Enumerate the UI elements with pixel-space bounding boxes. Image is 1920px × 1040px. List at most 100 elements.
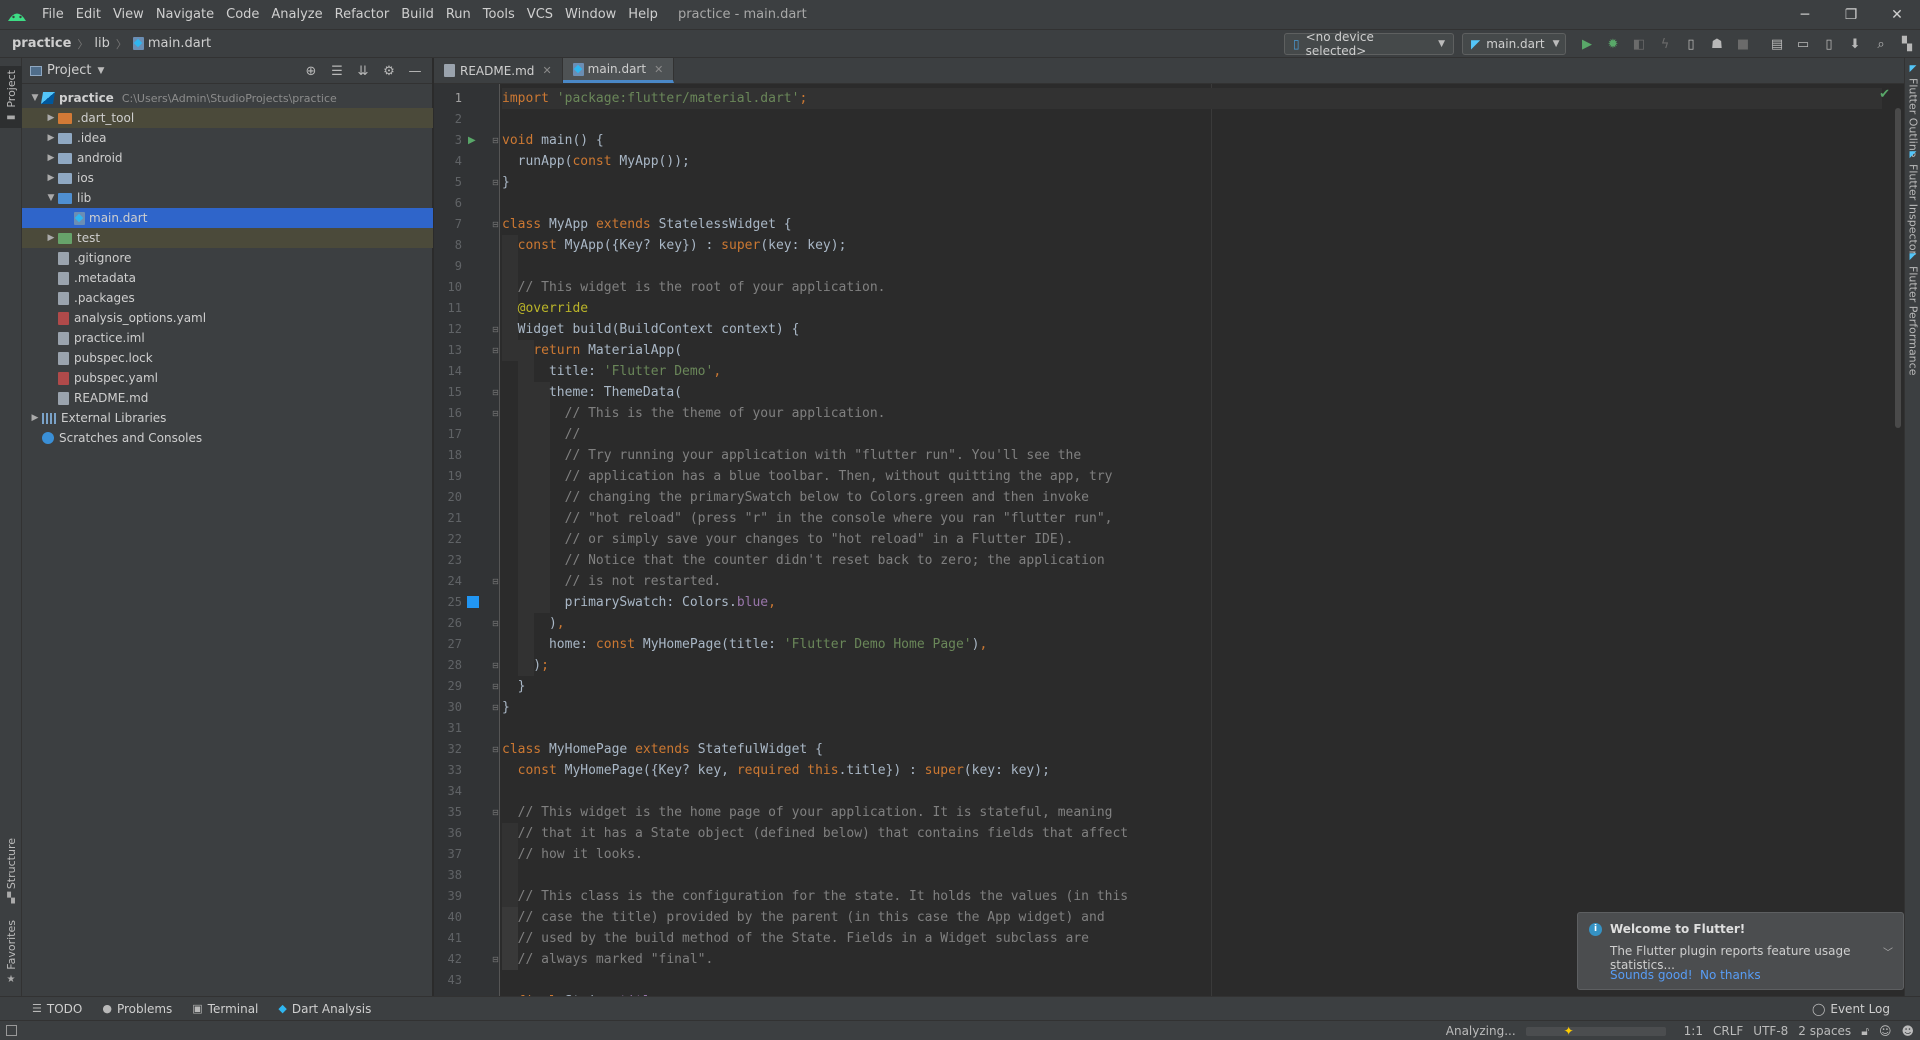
- settings-gear-icon[interactable]: ⚙: [376, 64, 402, 79]
- line-number[interactable]: 33: [434, 760, 462, 781]
- code-line[interactable]: import 'package:flutter/material.dart';: [502, 88, 1882, 109]
- file-encoding[interactable]: UTF-8: [1753, 1024, 1788, 1038]
- fold-marker-icon[interactable]: ⊟: [492, 571, 499, 592]
- minimize-button[interactable]: ─: [1782, 0, 1828, 29]
- code-line[interactable]: );: [502, 655, 549, 676]
- line-number[interactable]: 3: [434, 130, 462, 151]
- line-number[interactable]: 5: [434, 172, 462, 193]
- menu-analyze[interactable]: Analyze: [265, 7, 328, 22]
- menu-window[interactable]: Window: [559, 7, 622, 22]
- tree-item[interactable]: README.md: [22, 388, 433, 408]
- code-line[interactable]: // or simply save your changes to "hot r…: [502, 529, 1074, 550]
- code-line[interactable]: // is not restarted.: [502, 571, 722, 592]
- line-number[interactable]: 38: [434, 865, 462, 886]
- tree-item[interactable]: .packages: [22, 288, 433, 308]
- menu-run[interactable]: Run: [440, 7, 477, 22]
- structure-tool-tab[interactable]: Structure ▚: [0, 838, 22, 904]
- code-line[interactable]: // application has a blue toolbar. Then,…: [502, 466, 1113, 487]
- tree-item[interactable]: analysis_options.yaml: [22, 308, 433, 328]
- code-line[interactable]: void main() {: [502, 130, 604, 151]
- line-number[interactable]: 2: [434, 109, 462, 130]
- code-line[interactable]: // Try running your application with "fl…: [502, 445, 1082, 466]
- chevron-right-icon[interactable]: ▶: [28, 413, 42, 423]
- line-number[interactable]: 36: [434, 823, 462, 844]
- code-line[interactable]: // how it looks.: [502, 844, 643, 865]
- tree-item[interactable]: pubspec.yaml: [22, 368, 433, 388]
- code-line[interactable]: const MyHomePage({Key? key, required thi…: [502, 760, 1050, 781]
- toggle-tool-windows-icon[interactable]: [6, 1025, 17, 1036]
- line-number[interactable]: 17: [434, 424, 462, 445]
- project-tool-tab[interactable]: Project ▬: [0, 66, 22, 128]
- caret-position[interactable]: 1:1: [1684, 1024, 1703, 1038]
- lock-icon[interactable]: 🔓︎: [1861, 1024, 1869, 1039]
- tree-item[interactable]: main.dart: [22, 208, 433, 228]
- code-line[interactable]: title: 'Flutter Demo',: [502, 361, 721, 382]
- tab-readme[interactable]: README.md ✕: [434, 58, 563, 83]
- line-number[interactable]: 8: [434, 235, 462, 256]
- line-number[interactable]: 26: [434, 613, 462, 634]
- device-selector[interactable]: ▯ <no device selected> ▼: [1284, 30, 1454, 58]
- line-number[interactable]: 25: [434, 592, 462, 613]
- favorites-tool-tab[interactable]: Favorites ★: [0, 920, 22, 985]
- menu-help[interactable]: Help: [622, 7, 664, 22]
- run-config-selector[interactable]: ◤ main.dart ▼: [1462, 33, 1566, 55]
- fold-marker-icon[interactable]: ⊟: [492, 949, 499, 970]
- run-gutter-icon[interactable]: ▶: [468, 130, 476, 151]
- code-line[interactable]: }: [502, 697, 510, 718]
- line-number[interactable]: 11: [434, 298, 462, 319]
- line-number[interactable]: 16: [434, 403, 462, 424]
- profile-icon[interactable]: ◧: [1628, 33, 1650, 55]
- fold-marker-icon[interactable]: ⊟: [492, 340, 499, 361]
- line-number[interactable]: 15: [434, 382, 462, 403]
- fold-marker-icon[interactable]: ⊟: [492, 172, 499, 193]
- restore-button[interactable]: ❐: [1828, 0, 1874, 29]
- menu-view[interactable]: View: [107, 7, 150, 22]
- tree-item[interactable]: ▼ practice C:\Users\Admin\StudioProjects\p…: [22, 88, 433, 108]
- tree-item[interactable]: Scratches and Consoles: [22, 428, 433, 448]
- menu-vcs[interactable]: VCS: [521, 7, 559, 22]
- line-number[interactable]: 4: [434, 151, 462, 172]
- line-separator[interactable]: CRLF: [1713, 1024, 1743, 1038]
- tree-item[interactable]: ▶ ios: [22, 168, 433, 188]
- chevron-right-icon[interactable]: ▶: [44, 153, 58, 163]
- fold-marker-icon[interactable]: ⊟: [492, 613, 499, 634]
- code-line[interactable]: // "hot reload" (press "r" in the consol…: [502, 508, 1113, 529]
- line-number[interactable]: 20: [434, 487, 462, 508]
- line-number[interactable]: 35: [434, 802, 462, 823]
- code-line[interactable]: class MyApp extends StatelessWidget {: [502, 214, 792, 235]
- dart-analysis-tool-button[interactable]: ◆ Dart Analysis: [278, 1002, 371, 1016]
- chevron-right-icon[interactable]: ▶: [44, 173, 58, 183]
- menu-code[interactable]: Code: [220, 7, 265, 22]
- expand-chevron-icon[interactable]: ﹀: [1883, 944, 1893, 959]
- fold-marker-icon[interactable]: ⊟: [492, 214, 499, 235]
- chevron-down-icon[interactable]: ▼: [44, 193, 58, 203]
- project-panel-title[interactable]: Project: [47, 63, 91, 78]
- code-line[interactable]: // changing the primarySwatch below to C…: [502, 487, 1089, 508]
- line-number[interactable]: 42: [434, 949, 462, 970]
- code-line[interactable]: home: const MyHomePage(title: 'Flutter D…: [502, 634, 987, 655]
- code-line[interactable]: // This widget is the root of your appli…: [502, 277, 886, 298]
- line-number[interactable]: 23: [434, 550, 462, 571]
- hot-reload-icon[interactable]: ϟ: [1654, 33, 1676, 55]
- line-number[interactable]: 28: [434, 655, 462, 676]
- code-line[interactable]: Widget build(BuildContext context) {: [502, 319, 800, 340]
- line-number[interactable]: 1: [434, 88, 462, 109]
- fold-marker-icon[interactable]: ⊟: [492, 403, 499, 424]
- no-thanks-link[interactable]: No thanks: [1700, 968, 1761, 982]
- code-line[interactable]: runApp(const MyApp());: [502, 151, 690, 172]
- close-tab-icon[interactable]: ✕: [654, 63, 663, 76]
- fold-marker-icon[interactable]: ⊟: [492, 655, 499, 676]
- tree-item[interactable]: .metadata: [22, 268, 433, 288]
- line-number[interactable]: 29: [434, 676, 462, 697]
- fold-marker-icon[interactable]: ⊟: [492, 319, 499, 340]
- todo-tool-button[interactable]: ☰ TODO: [32, 1002, 82, 1016]
- code-line[interactable]: // always marked "final".: [502, 949, 714, 970]
- code-line[interactable]: // This class is the configuration for t…: [502, 886, 1129, 907]
- chevron-down-icon[interactable]: ▼: [28, 93, 42, 103]
- code-line[interactable]: const MyApp({Key? key}) : super(key: key…: [502, 235, 847, 256]
- line-number[interactable]: 31: [434, 718, 462, 739]
- code-line[interactable]: theme: ThemeData(: [502, 382, 682, 403]
- sounds-good-link[interactable]: Sounds good!: [1610, 968, 1693, 982]
- line-number[interactable]: 18: [434, 445, 462, 466]
- fold-marker-icon[interactable]: ⊟: [492, 697, 499, 718]
